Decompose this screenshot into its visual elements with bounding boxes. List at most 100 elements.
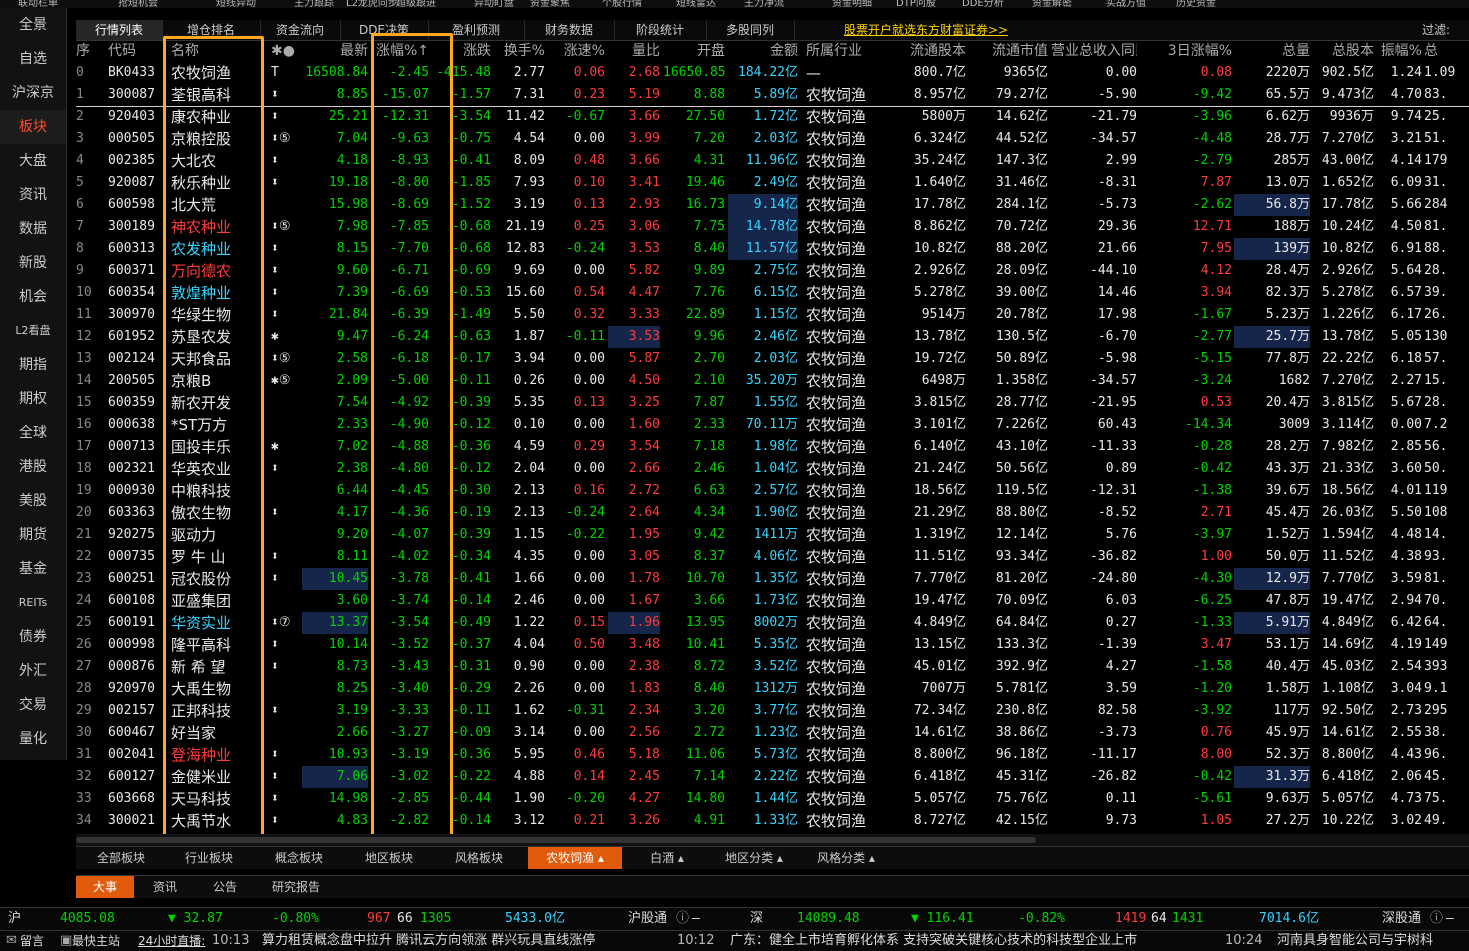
news-headline-2[interactable]: 广东：健全上市培育孵化体系 支持突破关键核心技术的科技型企业上市 bbox=[730, 931, 1137, 951]
stock-code[interactable]: 600108 bbox=[108, 590, 164, 612]
column-header[interactable]: 流通市值 bbox=[968, 41, 1048, 61]
stock-code[interactable]: 002321 bbox=[108, 458, 164, 480]
stock-code[interactable]: 920970 bbox=[108, 678, 164, 700]
sidebar-item[interactable]: 期指 bbox=[0, 348, 66, 382]
news-headline-1[interactable]: 算力租赁概念盘中拉升 腾讯云方向领涨 群兴玩具直线涨停 bbox=[262, 931, 595, 951]
tab-view[interactable]: 行情列表 bbox=[76, 20, 163, 40]
filter-label[interactable]: 过滤: bbox=[1422, 20, 1450, 40]
stock-name[interactable]: 天邦食品 bbox=[171, 348, 251, 370]
stock-name[interactable]: 大禹节水 bbox=[171, 810, 251, 832]
help-icon[interactable]: ⓘ bbox=[676, 908, 689, 930]
stock-code[interactable]: 300970 bbox=[108, 304, 164, 326]
table-row[interactable]: 14 200505 京粮B ✱⑤ 2.09 -5.00 -0.11 0.26 0.00 4.50 2… bbox=[76, 370, 1469, 392]
top-menu-item[interactable]: DTP问股 bbox=[896, 0, 936, 8]
stock-name[interactable]: 好当家 bbox=[171, 722, 251, 744]
column-header[interactable]: 总量 bbox=[1234, 41, 1310, 61]
sidebar-item[interactable]: 期权 bbox=[0, 382, 66, 416]
live-label[interactable]: 24小时直播: bbox=[138, 931, 205, 951]
stock-code[interactable]: 601952 bbox=[108, 326, 164, 348]
table-row[interactable]: 34300021大禹节水⬍R4.83-2.82-0.143.120.213.26… bbox=[76, 810, 1469, 832]
stock-code[interactable]: 600191 bbox=[108, 612, 164, 634]
stock-code[interactable]: 600371 bbox=[108, 260, 164, 282]
sidebar-item[interactable]: 债券 bbox=[0, 620, 66, 654]
stock-name[interactable]: 登海种业 bbox=[171, 744, 251, 766]
column-header[interactable]: 涨幅%↑ bbox=[371, 41, 429, 61]
sidebar-item[interactable]: 全球 bbox=[0, 416, 66, 450]
top-menu-item[interactable]: 短线异动 bbox=[216, 0, 256, 8]
tab-view[interactable]: 财务数据 bbox=[524, 20, 615, 40]
board-tab[interactable]: 风格板块 bbox=[438, 847, 520, 869]
stock-code[interactable]: 600359 bbox=[108, 392, 164, 414]
stock-name[interactable]: 康农种业 bbox=[171, 106, 251, 128]
stock-name[interactable]: 新 希 望 bbox=[171, 656, 251, 678]
board-tab[interactable]: 风格分类 ▴ bbox=[804, 847, 888, 869]
top-menu-item[interactable]: L2龙虎同步 bbox=[346, 0, 398, 8]
table-row[interactable]: 24600108亚盛集团R3.60-3.74-0.142.460.001.673… bbox=[76, 590, 1469, 612]
column-header[interactable]: 序 bbox=[76, 41, 106, 61]
stock-name[interactable]: 隆平高科 bbox=[171, 634, 251, 656]
stock-name[interactable]: 国投丰乐 bbox=[171, 436, 251, 458]
stock-code[interactable]: 603668 bbox=[108, 788, 164, 810]
sidebar-item[interactable]: L2看盘 bbox=[0, 314, 66, 348]
stock-code[interactable]: 000713 bbox=[108, 436, 164, 458]
stock-code[interactable]: 920403 bbox=[108, 106, 164, 128]
news-headline-3[interactable]: 河南具身智能公司与宇树科 bbox=[1277, 931, 1433, 951]
stock-name[interactable]: 京粮B bbox=[171, 370, 251, 392]
table-row[interactable]: 9600371万向德农⬍R9.60-6.71-0.699.690.005.829… bbox=[76, 260, 1469, 282]
column-header[interactable]: ✱● bbox=[271, 41, 296, 61]
stock-name[interactable]: 京粮控股 bbox=[171, 128, 251, 150]
column-header[interactable]: 开盘 bbox=[663, 41, 725, 61]
table-row[interactable]: 27000876新 希 望⬍R8.73-3.43-0.310.900.002.3… bbox=[76, 656, 1469, 678]
table-row[interactable]: 11300970华绿生物⬍R21.84-6.39-1.495.500.323.3… bbox=[76, 304, 1469, 326]
stock-code[interactable]: 200505 bbox=[108, 370, 164, 392]
news-tab[interactable]: 资讯 bbox=[136, 876, 194, 898]
stock-code[interactable]: 600354 bbox=[108, 282, 164, 304]
news-tab[interactable]: 大事 bbox=[76, 876, 134, 898]
sidebar-item[interactable]: 期货 bbox=[0, 518, 66, 552]
column-header[interactable]: 最新 bbox=[302, 41, 368, 61]
sidebar-item[interactable]: 量化 bbox=[0, 722, 66, 756]
table-row[interactable]: 1300087荃银高科⬍R8.85-15.07-1.577.310.235.19… bbox=[76, 84, 1469, 106]
table-row[interactable]: 2920403康农种业⬍R25.21-12.31-3.5411.42-0.673… bbox=[76, 106, 1469, 128]
sidebar-item[interactable]: 全景 bbox=[0, 8, 66, 42]
table-row[interactable]: 20603363傲农生物⬍R4.17-4.36-0.192.13-0.242.6… bbox=[76, 502, 1469, 524]
stock-code[interactable]: 300189 bbox=[108, 216, 164, 238]
stock-name[interactable]: 北大荒 bbox=[171, 194, 251, 216]
sidebar-item[interactable]: 机会 bbox=[0, 280, 66, 314]
stock-name[interactable]: 大北农 bbox=[171, 150, 251, 172]
sidebar-item[interactable]: 沪深京 bbox=[0, 76, 66, 110]
promo-link[interactable]: 股票开户就选东方财富证券>> bbox=[844, 20, 1008, 40]
table-row[interactable]: 5920087秋乐种业⬍R19.18-8.80-1.857.930.103.41… bbox=[76, 172, 1469, 194]
top-menu-item[interactable]: DDE分析 bbox=[962, 0, 1004, 8]
tab-view[interactable]: 资金流向 bbox=[260, 20, 341, 40]
table-row[interactable]: 15600359新农开发R7.54-4.92-0.395.350.133.257… bbox=[76, 392, 1469, 414]
stock-code[interactable]: 000930 bbox=[108, 480, 164, 502]
stock-code[interactable]: 600598 bbox=[108, 194, 164, 216]
sidebar-item[interactable]: 港股 bbox=[0, 450, 66, 484]
stock-name[interactable]: *ST万方 bbox=[171, 414, 251, 436]
top-menu-item[interactable]: 历史资金 bbox=[1176, 0, 1216, 8]
tab-view[interactable]: 增仓排名 bbox=[162, 20, 261, 40]
sidebar-item[interactable]: 资讯 bbox=[0, 178, 66, 212]
help-icon[interactable]: ⓘ bbox=[1430, 908, 1443, 930]
table-row[interactable]: 22000735罗 牛 山⬍R8.11-4.02-0.344.350.003.0… bbox=[76, 546, 1469, 568]
stock-code[interactable]: 000505 bbox=[108, 128, 164, 150]
sidebar-item[interactable]: 美股 bbox=[0, 484, 66, 518]
column-header[interactable]: 金额 bbox=[728, 41, 798, 61]
stock-name[interactable]: 华绿生物 bbox=[171, 304, 251, 326]
table-row[interactable]: 10600354敦煌种业⬍R7.39-6.69-0.5315.600.544.4… bbox=[76, 282, 1469, 304]
stock-code[interactable]: 600251 bbox=[108, 568, 164, 590]
board-tab[interactable]: 农牧饲渔 ▴ bbox=[528, 847, 622, 869]
sidebar-item[interactable]: 新股 bbox=[0, 246, 66, 280]
stock-name[interactable]: 新农开发 bbox=[171, 392, 251, 414]
sidebar-item[interactable]: 板块 bbox=[0, 110, 66, 144]
sidebar-item[interactable]: 自选 bbox=[0, 42, 66, 76]
stock-code[interactable]: 600467 bbox=[108, 722, 164, 744]
stock-name[interactable]: 农牧饲渔 bbox=[171, 62, 251, 84]
table-row[interactable]: 28920970大禹生物R8.25-3.40-0.292.260.001.838… bbox=[76, 678, 1469, 700]
top-menu-item[interactable]: 资金聚焦 bbox=[530, 0, 570, 8]
stock-name[interactable]: 华英农业 bbox=[171, 458, 251, 480]
top-menu-item[interactable]: 主力净流 bbox=[744, 0, 784, 8]
top-menu-item[interactable]: 资金明细 bbox=[832, 0, 872, 8]
column-header[interactable]: 振幅% bbox=[1376, 41, 1422, 61]
